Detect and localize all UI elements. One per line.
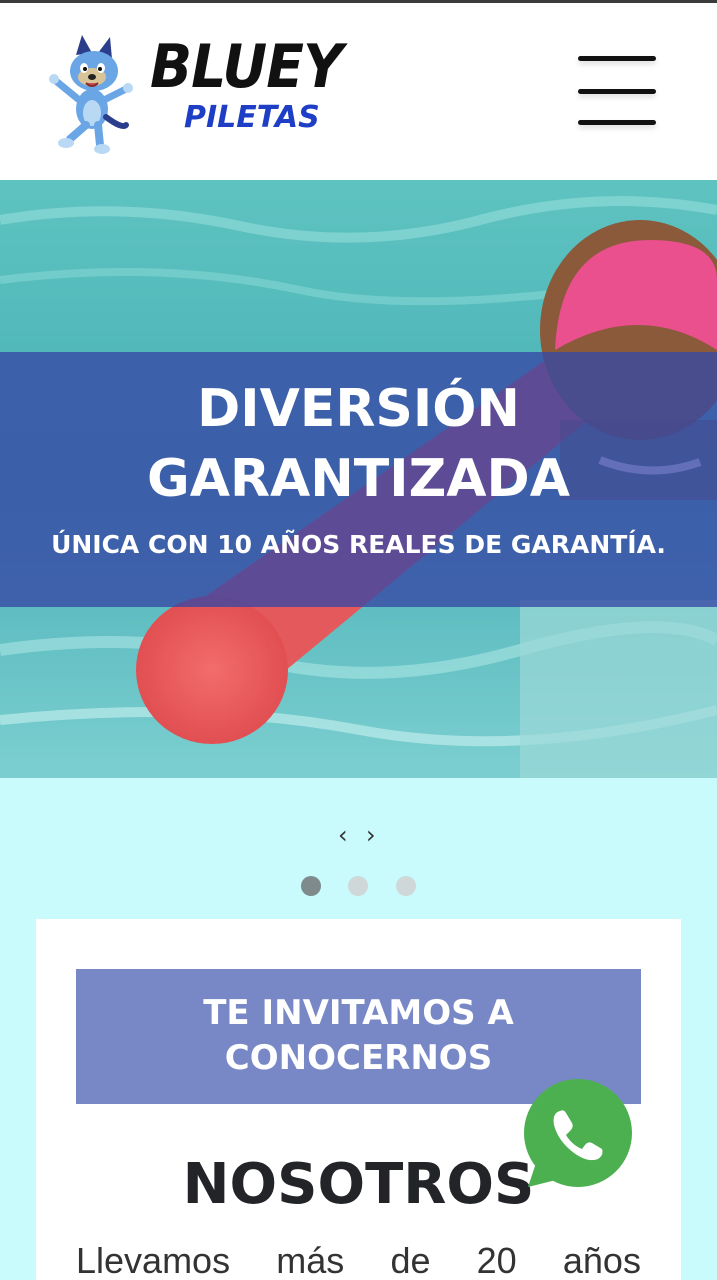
hero-title-line2: GARANTIZADA bbox=[147, 449, 570, 509]
hero-slider: DIVERSIÓN GARANTIZADA ÚNICA CON 10 AÑOS … bbox=[0, 180, 717, 778]
whatsapp-button[interactable] bbox=[522, 1079, 634, 1191]
about-word: más bbox=[276, 1240, 345, 1280]
hero-title: DIVERSIÓN GARANTIZADA bbox=[0, 374, 717, 514]
slider-controls: ‹ › bbox=[330, 820, 390, 850]
slider-next-button[interactable]: › bbox=[366, 820, 376, 850]
slider-dot-1[interactable] bbox=[301, 876, 321, 896]
about-word: años bbox=[562, 1240, 641, 1280]
about-word: 20 bbox=[476, 1240, 517, 1280]
about-word: de bbox=[390, 1240, 431, 1280]
hero-title-line1: DIVERSIÓN bbox=[197, 379, 520, 439]
site-logo[interactable]: BLUEY PILETAS bbox=[46, 33, 356, 155]
about-word: Llevamos bbox=[76, 1240, 231, 1280]
about-text: Llevamos más de 20 años bbox=[76, 1239, 641, 1280]
slider-dot-2[interactable] bbox=[348, 876, 368, 896]
slider-dot-3[interactable] bbox=[396, 876, 416, 896]
hero-subtitle: ÚNICA CON 10 AÑOS REALES DE GARANTÍA. bbox=[51, 530, 666, 559]
hero-caption-band: DIVERSIÓN GARANTIZADA ÚNICA CON 10 AÑOS … bbox=[0, 352, 717, 607]
slider-dots bbox=[298, 876, 423, 898]
hamburger-menu-button[interactable] bbox=[574, 53, 660, 131]
invite-line1: TE INVITAMOS A bbox=[203, 993, 514, 1033]
whatsapp-icon bbox=[524, 1079, 632, 1187]
site-header: BLUEY PILETAS bbox=[0, 3, 717, 180]
logo-title: BLUEY bbox=[150, 32, 343, 102]
bluey-mascot-icon bbox=[49, 35, 133, 154]
slider-prev-button[interactable]: ‹ bbox=[338, 820, 348, 850]
invite-line2: CONOCERNOS bbox=[224, 1038, 493, 1078]
logo-subtitle: PILETAS bbox=[184, 100, 320, 135]
